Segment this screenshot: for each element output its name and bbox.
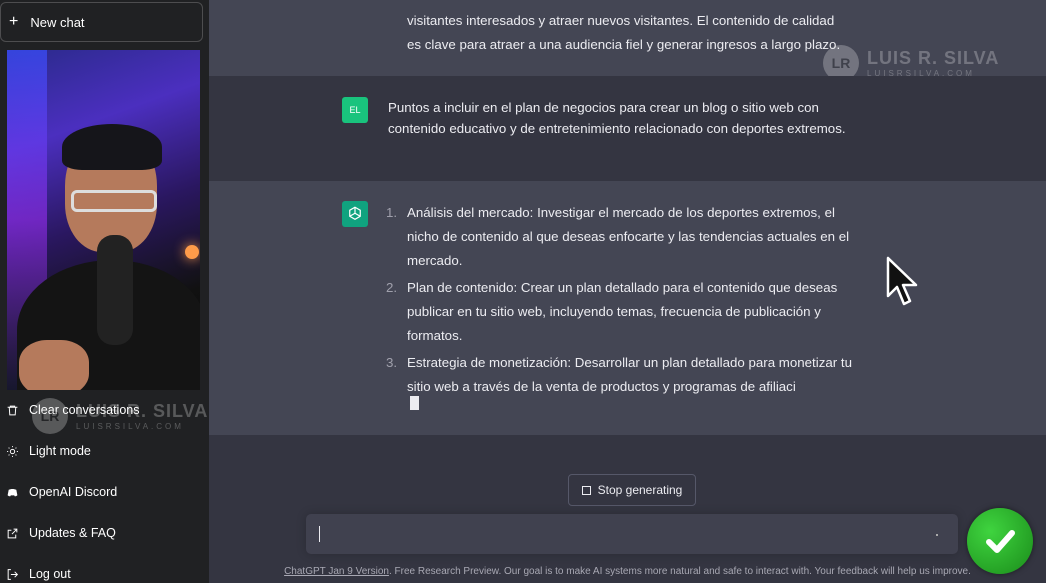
user-message-text: Puntos a incluir en el plan de negocios …: [388, 100, 846, 136]
checkmark-icon: [967, 508, 1033, 574]
response-item: 2. Plan de contenido: Crear un plan detal…: [386, 280, 838, 343]
external-link-icon: [5, 526, 19, 540]
openai-discord-link[interactable]: OpenAI Discord: [0, 474, 209, 510]
footer-disclaimer: ChatGPT Jan 9 Version. Free Research Pre…: [209, 566, 1046, 577]
logout-icon: [5, 567, 19, 581]
plus-icon: +: [9, 13, 19, 30]
updates-faq-link[interactable]: Updates & FAQ: [0, 515, 209, 551]
new-chat-label: New chat: [30, 14, 85, 30]
webcam-overlay: [7, 50, 200, 390]
version-link[interactable]: ChatGPT Jan 9 Version: [284, 566, 389, 577]
mouse-pointer-icon: [886, 256, 918, 306]
trash-icon: [5, 403, 19, 417]
assistant-message: 1. Análisis del mercado: Investigar el me…: [209, 181, 1046, 435]
prev-response-line2: es clave para atraer a una audiencia fie…: [407, 37, 841, 52]
log-out-button[interactable]: Log out: [0, 556, 209, 583]
typing-cursor: [410, 396, 419, 410]
sidebar: + New chat Clear conversations LR LUIS R…: [0, 0, 209, 583]
openai-discord-label: OpenAI Discord: [29, 485, 118, 499]
stop-generating-button[interactable]: Stop generating: [568, 474, 696, 506]
clear-conversations-button[interactable]: Clear conversations: [0, 392, 209, 428]
user-avatar: EL: [342, 97, 368, 123]
light-mode-button[interactable]: Light mode: [0, 433, 209, 469]
footer-text: . Free Research Preview. Our goal is to …: [388, 566, 971, 577]
prev-response-line1: visitantes interesados y atraer nuevos v…: [407, 13, 835, 28]
response-item: 3. Estrategia de monetización: Desarrolla…: [386, 355, 852, 394]
send-icon[interactable]: [936, 534, 938, 536]
updates-faq-label: Updates & FAQ: [29, 526, 116, 540]
user-message: EL Puntos a incluir en el plan de negoci…: [209, 76, 1046, 181]
stop-icon: [581, 485, 591, 495]
clear-conversations-label: Clear conversations: [29, 403, 140, 417]
log-out-label: Log out: [29, 567, 71, 581]
text-caret: [319, 526, 320, 542]
response-list: 1. Análisis del mercado: Investigar el me…: [386, 201, 867, 402]
assistant-message-previous: visitantes interesados y atraer nuevos v…: [209, 0, 1046, 76]
openai-logo-icon: [342, 201, 368, 227]
message-input[interactable]: [306, 514, 958, 554]
sun-icon: [5, 444, 19, 458]
response-item: 1. Análisis del mercado: Investigar el me…: [386, 205, 850, 268]
discord-icon: [5, 485, 19, 499]
light-mode-label: Light mode: [29, 444, 91, 458]
stop-generating-label: Stop generating: [597, 483, 683, 497]
new-chat-button[interactable]: + New chat: [0, 2, 203, 42]
